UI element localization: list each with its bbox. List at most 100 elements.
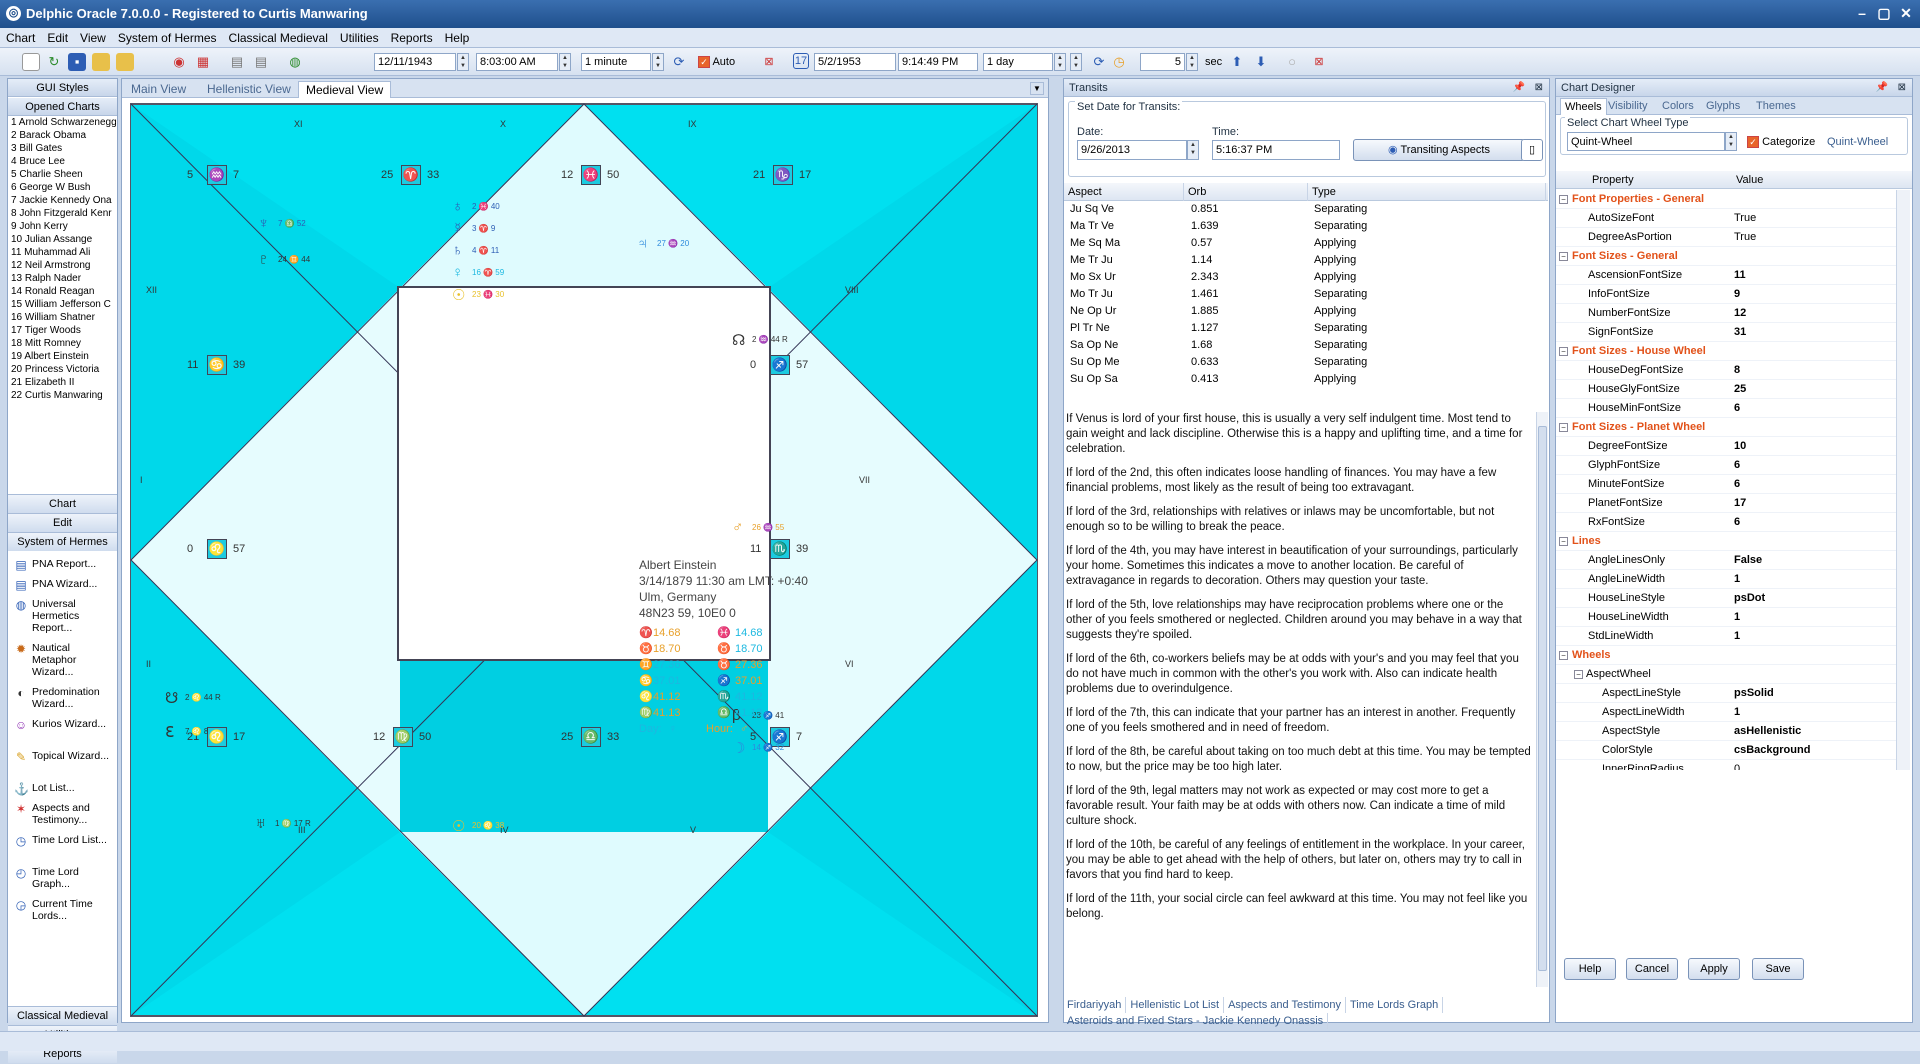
close-button[interactable]: ✕ <box>1896 5 1916 22</box>
arrow-up-icon[interactable]: ⬆ <box>1228 53 1246 71</box>
opened-chart-item[interactable]: 1 Arnold Schwarzenegg <box>8 116 117 129</box>
aspect-row[interactable]: Pl Tr Ne 1.127 Separating <box>1064 320 1548 337</box>
gui-styles-header[interactable]: GUI Styles <box>8 79 117 97</box>
stop-2-icon[interactable]: ⊠ <box>1310 53 1328 71</box>
property-value[interactable]: 17 <box>1734 494 1746 513</box>
clock-icon[interactable]: ◷ <box>1110 53 1128 71</box>
tab-main-view[interactable]: Main View <box>124 81 193 98</box>
opened-chart-item[interactable]: 13 Ralph Nader <box>8 272 117 285</box>
property-row[interactable]: − Font Properties - General <box>1556 190 1896 209</box>
property-value[interactable]: 8 <box>1734 361 1740 380</box>
property-row[interactable]: StdLineWidth 1 <box>1556 627 1896 646</box>
tool-item[interactable]: ✶ Aspects and Testimony... <box>8 799 117 831</box>
aspect-row[interactable]: Ma Tr Ve 1.639 Separating <box>1064 218 1548 235</box>
save-button[interactable]: Save <box>1752 958 1804 980</box>
classical-medieval-section-button[interactable]: Classical Medieval <box>8 1006 117 1025</box>
collapse-icon[interactable]: − <box>1559 537 1568 546</box>
tool-item[interactable]: ◷ Time Lord List... <box>8 831 117 863</box>
aspect-row[interactable]: Su Op Me 0.633 Separating <box>1064 354 1548 371</box>
property-row[interactable]: HouseGlyFontSize 25 <box>1556 380 1896 399</box>
end-date-input[interactable] <box>814 53 896 71</box>
chart-section-button[interactable]: Chart <box>8 494 117 513</box>
property-value[interactable]: 25 <box>1734 380 1746 399</box>
opened-chart-item[interactable]: 8 John Fitzgerald Kenr <box>8 207 117 220</box>
property-row[interactable]: GlyphFontSize 6 <box>1556 456 1896 475</box>
opened-chart-item[interactable]: 2 Barack Obama <box>8 129 117 142</box>
opened-chart-item[interactable]: 14 Ronald Reagan <box>8 285 117 298</box>
opened-chart-item[interactable]: 19 Albert Einstein <box>8 350 117 363</box>
menu-chart[interactable]: Chart <box>0 28 41 45</box>
folder-icon[interactable] <box>92 53 110 71</box>
globe-icon[interactable]: ◍ <box>286 53 304 71</box>
edit-section-button[interactable]: Edit <box>8 513 117 532</box>
aspect-row[interactable]: Su Op Sa 0.413 Applying <box>1064 371 1548 388</box>
property-row[interactable]: PlanetFontSize 17 <box>1556 494 1896 513</box>
tool-item[interactable]: ▤ PNA Report... <box>8 555 117 575</box>
minimize-button[interactable]: – <box>1852 5 1872 22</box>
menu-system-of-hermes[interactable]: System of Hermes <box>112 28 223 45</box>
system-of-hermes-section-button[interactable]: System of Hermes <box>8 532 117 551</box>
collapse-icon[interactable]: − <box>1559 347 1568 356</box>
menu-edit[interactable]: Edit <box>41 28 74 45</box>
property-row[interactable]: AscensionFontSize 11 <box>1556 266 1896 285</box>
bottom-tab[interactable]: Firdariyyah <box>1063 997 1127 1013</box>
property-row[interactable]: HouseDegFontSize 8 <box>1556 361 1896 380</box>
document-icon[interactable]: ▯ <box>1521 139 1543 161</box>
menu-help[interactable]: Help <box>439 28 476 45</box>
transiting-aspects-button[interactable]: ◉ Transiting Aspects <box>1353 139 1525 161</box>
start-time-spinner[interactable]: ▲ ▼ <box>559 53 571 71</box>
property-row[interactable]: AspectStyle asHellenistic <box>1556 722 1896 741</box>
end-step-spinner[interactable]: ▲ ▼ <box>1054 53 1066 71</box>
opened-chart-item[interactable]: 9 John Kerry <box>8 220 117 233</box>
property-value[interactable]: 1 <box>1734 570 1740 589</box>
bottom-tab[interactable]: Asteroids and Fixed Stars - Jackie Kenne… <box>1063 1013 1329 1029</box>
aspect-row[interactable]: Me Tr Ju 1.14 Applying <box>1064 252 1548 269</box>
property-value[interactable]: 31 <box>1734 323 1746 342</box>
start-time-input[interactable] <box>476 53 558 71</box>
aspect-row[interactable]: Ju Sq Ve 0.851 Separating <box>1064 201 1548 218</box>
wheel-type-select[interactable] <box>1567 132 1725 151</box>
property-row[interactable]: InfoFontSize 9 <box>1556 285 1896 304</box>
calendar-icon[interactable]: ▦ <box>194 53 212 71</box>
panel-close-icon[interactable]: ⊠ <box>1535 79 1543 97</box>
property-row[interactable]: AngleLinesOnly False <box>1556 551 1896 570</box>
maximize-button[interactable]: ▢ <box>1874 5 1894 22</box>
property-row[interactable]: MinuteFontSize 6 <box>1556 475 1896 494</box>
tool-item[interactable]: ✹ Nautical Metaphor Wizard... <box>8 639 117 683</box>
property-value[interactable]: 6 <box>1734 475 1740 494</box>
opened-charts-header[interactable]: Opened Charts <box>8 98 117 116</box>
opened-chart-item[interactable]: 11 Muhammad Ali <box>8 246 117 259</box>
designer-close-icon[interactable]: ⊠ <box>1898 79 1906 97</box>
designer-tab[interactable]: Wheels <box>1560 98 1607 115</box>
bottom-tab[interactable]: Time Lords Graph <box>1346 997 1444 1013</box>
collapse-icon[interactable]: − <box>1559 423 1568 432</box>
property-row[interactable]: HouseLineStyle psDot <box>1556 589 1896 608</box>
bottom-tab[interactable]: Hellenistic Lot List <box>1126 997 1225 1013</box>
start-date-spinner[interactable]: ▲ ▼ <box>457 53 469 71</box>
opened-chart-item[interactable]: 3 Bill Gates <box>8 142 117 155</box>
property-value[interactable]: 1 <box>1734 608 1740 627</box>
tool-item[interactable]: ◐ Predomination Wizard... <box>8 683 117 715</box>
tool-item[interactable]: ⚓ Lot List... <box>8 779 117 799</box>
collapse-icon[interactable]: − <box>1559 195 1568 204</box>
property-row[interactable]: NumberFontSize 12 <box>1556 304 1896 323</box>
property-value[interactable]: 1 <box>1734 627 1740 646</box>
collapse-icon[interactable]: − <box>1559 252 1568 261</box>
property-value[interactable]: 6 <box>1734 456 1740 475</box>
apply-button[interactable]: Apply <box>1688 958 1740 980</box>
tool-item[interactable]: ▤ PNA Wizard... <box>8 575 117 595</box>
property-value[interactable]: 12 <box>1734 304 1746 323</box>
type-col-header[interactable]: Type <box>1310 183 1546 201</box>
menu-classical-medieval[interactable]: Classical Medieval <box>223 28 334 45</box>
property-row[interactable]: − Font Sizes - House Wheel <box>1556 342 1896 361</box>
print-icon[interactable]: ▤ <box>228 53 246 71</box>
property-value[interactable]: asHellenistic <box>1734 722 1801 741</box>
aspect-row[interactable]: Sa Op Ne 1.68 Separating <box>1064 337 1548 354</box>
property-value[interactable]: 11 <box>1734 266 1746 285</box>
opened-chart-item[interactable]: 6 George W Bush <box>8 181 117 194</box>
aspect-row[interactable]: Mo Tr Ju 1.461 Separating <box>1064 286 1548 303</box>
property-row[interactable]: − Font Sizes - Planet Wheel <box>1556 418 1896 437</box>
property-value[interactable]: 6 <box>1734 513 1740 532</box>
property-row[interactable]: InnerRingRadius 0 <box>1556 760 1896 770</box>
open-chart-icon[interactable]: ↻ <box>45 53 63 71</box>
